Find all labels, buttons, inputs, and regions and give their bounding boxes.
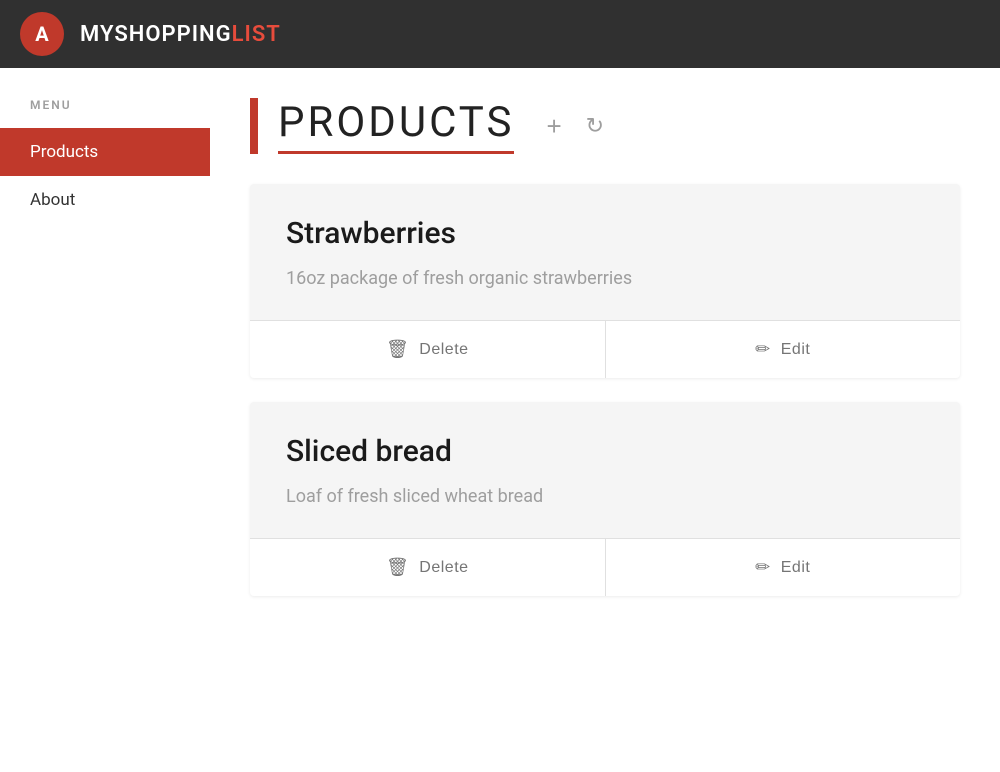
main-content: PRODUCTS + ↻ Strawberries 16oz package o… [210,68,1000,772]
menu-label: MENU [0,98,210,128]
page-title-accent [250,98,258,154]
edit-button[interactable]: ✏ Edit [605,539,961,596]
title-list: LIST [232,22,281,47]
title-my: MY [80,22,114,47]
product-card: Strawberries 16oz package of fresh organ… [250,184,960,378]
page-title-bar: PRODUCTS [250,98,514,154]
refresh-button[interactable]: ↻ [582,109,608,143]
app-header: A MYSHOPPINGLIST [0,0,1000,68]
sidebar-item-about[interactable]: About [0,176,210,224]
edit-label: Edit [781,341,811,359]
product-description: Loaf of fresh sliced wheat bread [286,483,924,510]
refresh-icon: ↻ [586,113,604,139]
product-card-actions: 🗑 Delete ✏ Edit [250,538,960,596]
products-list: Strawberries 16oz package of fresh organ… [250,184,960,596]
sidebar: MENU Products About [0,68,210,772]
edit-icon: ✏ [755,557,771,578]
page-header: PRODUCTS + ↻ [250,98,960,154]
edit-icon: ✏ [755,339,771,360]
app-title: MYSHOPPINGLIST [80,22,281,47]
app-layout: MENU Products About PRODUCTS + ↻ [0,68,1000,772]
product-card-body: Strawberries 16oz package of fresh organ… [250,184,960,320]
sidebar-item-products[interactable]: Products [0,128,210,176]
delete-label: Delete [419,341,468,359]
product-name: Sliced bread [286,434,924,469]
plus-icon: + [546,111,561,142]
page-title: PRODUCTS [278,98,514,154]
trash-icon: 🗑 [386,557,409,578]
product-card-actions: 🗑 Delete ✏ Edit [250,320,960,378]
product-name: Strawberries [286,216,924,251]
delete-button[interactable]: 🗑 Delete [250,321,605,378]
edit-label: Edit [781,559,811,577]
product-card: Sliced bread Loaf of fresh sliced wheat … [250,402,960,596]
add-product-button[interactable]: + [542,107,565,146]
product-description: 16oz package of fresh organic strawberri… [286,265,924,292]
logo-letter: A [35,22,48,46]
product-card-body: Sliced bread Loaf of fresh sliced wheat … [250,402,960,538]
delete-button[interactable]: 🗑 Delete [250,539,605,596]
page-title-actions: + ↻ [542,107,608,146]
edit-button[interactable]: ✏ Edit [605,321,961,378]
trash-icon: 🗑 [386,339,409,360]
app-logo: A [20,12,64,56]
title-shopping: SHOPPING [114,22,231,47]
delete-label: Delete [419,559,468,577]
